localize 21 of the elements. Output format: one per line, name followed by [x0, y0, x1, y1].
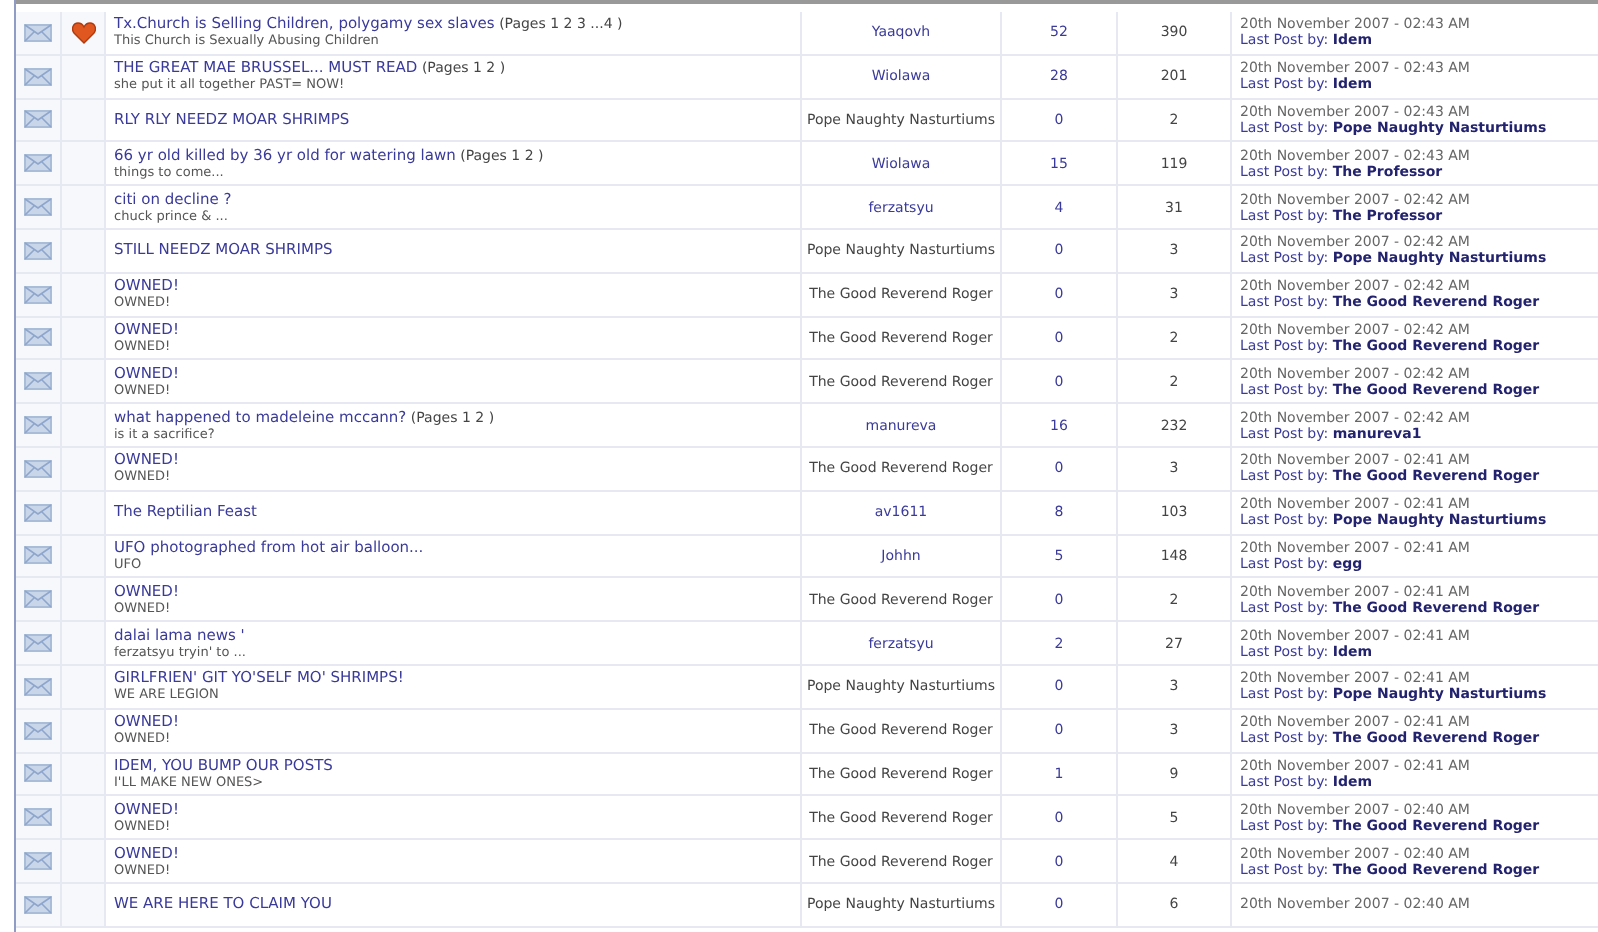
envelope-icon [24, 459, 52, 478]
envelope-icon [24, 677, 52, 696]
envelope-icon [24, 416, 52, 435]
envelope-icon [24, 328, 52, 347]
envelope-icon [24, 198, 52, 217]
envelope-icon [24, 590, 52, 609]
envelope-icon [24, 546, 52, 565]
envelope-icon [24, 67, 52, 86]
envelope-icon [24, 721, 52, 740]
envelope-icon [24, 895, 52, 914]
envelope-icon [24, 503, 52, 522]
envelope-icon [24, 372, 52, 391]
envelope-icon [24, 241, 52, 260]
envelope-icon [24, 154, 52, 173]
envelope-icon [24, 764, 52, 783]
envelope-icon [24, 110, 52, 129]
envelope-icon [24, 23, 52, 42]
envelope-icon [24, 634, 52, 653]
envelope-icon [24, 808, 52, 827]
envelope-icon [24, 852, 52, 871]
envelope-icon [24, 285, 52, 304]
